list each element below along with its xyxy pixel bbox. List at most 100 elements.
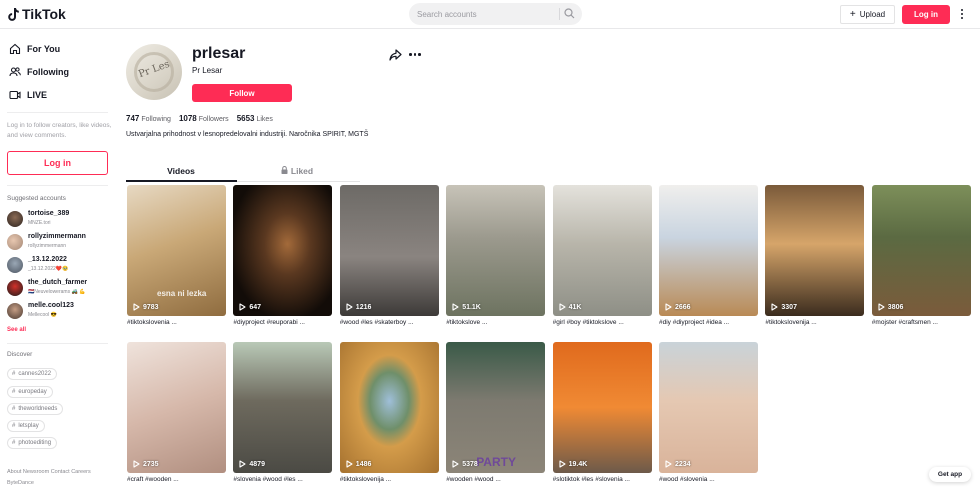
get-app-button[interactable]: Get app	[929, 467, 971, 482]
video-caption[interactable]: #tiktokslovenija ...	[340, 476, 439, 483]
active-tab-indicator	[126, 180, 237, 182]
lock-icon	[281, 166, 288, 174]
view-count: 3806	[878, 303, 904, 311]
discover-tag[interactable]: # theworldneeds	[7, 403, 64, 415]
video-caption[interactable]: #diyproject #reuporabi ...	[233, 319, 332, 326]
sidebar: For You Following LIVE Log in to follow …	[0, 30, 116, 486]
suggested-account[interactable]: _13.12.2022 _13.12.2022❤️🥹	[7, 255, 112, 275]
search-placeholder: Search accounts	[417, 9, 477, 19]
video-thumbnail[interactable]: 2735	[127, 342, 226, 473]
hashtag-icon: #	[12, 371, 16, 377]
video-card[interactable]: 1486 #tiktokslovenija ...	[339, 342, 439, 483]
view-count: 2735	[133, 460, 159, 468]
video-thumbnail[interactable]: 41K	[552, 185, 652, 316]
video-thumbnail[interactable]: 647	[233, 185, 333, 316]
video-caption[interactable]: #wood #slovenia ...	[659, 476, 758, 483]
thumbnail-overlay-text: PARTY	[476, 455, 516, 469]
login-button[interactable]: Log in	[902, 5, 950, 24]
video-card[interactable]: 3307 #tiktokslovenija ...	[765, 185, 865, 326]
video-thumbnail[interactable]: PARTY 5378	[446, 342, 546, 473]
sidebar-login-button[interactable]: Log in	[7, 151, 108, 175]
video-caption[interactable]: #mojster #craftsmen ...	[872, 319, 971, 326]
video-thumbnail[interactable]: 3806	[871, 185, 971, 316]
nav-live[interactable]: LIVE	[9, 89, 47, 101]
video-thumbnail[interactable]: 51.1K	[446, 185, 546, 316]
tiktok-logo[interactable]: TikTok	[8, 6, 66, 22]
video-caption[interactable]: #girl #boy #tiktokslove ...	[553, 319, 652, 326]
upload-button[interactable]: + Upload	[840, 5, 895, 24]
view-count-value: 2666	[675, 303, 691, 311]
video-caption[interactable]: #diy #diyproject #idea ...	[659, 319, 758, 326]
tag-label: cannes2022	[18, 371, 52, 377]
share-icon[interactable]	[389, 49, 402, 61]
video-thumbnail[interactable]: 1486	[339, 342, 439, 473]
search-icon[interactable]	[564, 8, 575, 19]
more-options-icon[interactable]	[409, 53, 421, 56]
video-card[interactable]: 3806 #mojster #craftsmen ...	[871, 185, 971, 326]
tab-liked-label: Liked	[290, 166, 314, 176]
footer-line[interactable]: ByteDance	[7, 478, 112, 489]
nav-following[interactable]: Following	[9, 66, 69, 78]
video-card[interactable]: 2735 #craft #wooden ...	[127, 342, 226, 483]
video-thumbnail[interactable]: 3307	[765, 185, 865, 316]
video-thumbnail[interactable]: 19.4K	[552, 342, 652, 473]
profile-tabs: Videos Liked	[126, 163, 360, 182]
view-count: 2234	[665, 460, 691, 468]
video-card[interactable]: 647 #diyproject #reuporabi ...	[233, 185, 333, 326]
view-count-value: 2735	[143, 460, 159, 468]
video-thumbnail[interactable]: esna ni lezka 9783	[127, 185, 226, 316]
video-card[interactable]: 51.1K #tiktokslove ...	[446, 185, 546, 326]
more-menu-icon[interactable]	[961, 9, 965, 21]
discover-tag[interactable]: # cannes2022	[7, 368, 58, 380]
tiktok-wordmark: TikTok	[22, 6, 66, 22]
follow-button[interactable]: Follow	[192, 84, 292, 102]
video-card[interactable]: 2234 #wood #slovenia ...	[659, 342, 758, 483]
video-caption[interactable]: #tiktokslove ...	[446, 319, 545, 326]
home-icon	[9, 43, 21, 55]
video-caption[interactable]: #tiktokslovenia ...	[127, 319, 226, 326]
video-thumbnail[interactable]: 4879	[233, 342, 333, 473]
tab-liked[interactable]: Liked	[242, 166, 352, 176]
users-icon	[9, 67, 21, 77]
nav-for-you[interactable]: For You	[9, 43, 60, 55]
video-card[interactable]: 41K #girl #boy #tiktokslove ...	[552, 185, 652, 326]
view-count: 4879	[239, 460, 265, 468]
view-count-value: 3806	[887, 303, 904, 311]
play-icon	[133, 460, 140, 468]
play-icon	[346, 303, 353, 311]
video-card[interactable]: 1216 #wood #les #skaterboy ...	[339, 185, 439, 326]
discover-tag[interactable]: # photoediting	[7, 437, 58, 449]
tab-videos[interactable]: Videos	[126, 166, 236, 176]
view-count-value: 51.1K	[462, 303, 481, 311]
video-thumbnail[interactable]: 2666	[659, 185, 758, 316]
discover-tag[interactable]: # letsplay	[7, 420, 45, 432]
view-count: 2666	[665, 303, 691, 311]
suggested-account[interactable]: tortoise_389 MNZE.tori	[7, 209, 112, 229]
login-note: Log in to follow creators, like videos, …	[7, 122, 112, 139]
video-thumbnail[interactable]: 1216	[339, 185, 439, 316]
video-card[interactable]: 19.4K #slotiktok #les #slovenia ...	[552, 342, 652, 483]
tag-label: photoediting	[18, 440, 52, 446]
suggested-account[interactable]: rollyzimmermann rollyzimmermann	[7, 232, 112, 252]
video-caption[interactable]: #tiktokslovenija ...	[765, 319, 864, 326]
video-card[interactable]: esna ni lezka 9783 #tiktokslovenia ...	[127, 185, 226, 326]
video-card[interactable]: 4879 #slovenia #wood #les ...	[233, 342, 333, 483]
search-input[interactable]: Search accounts	[409, 3, 582, 25]
video-card[interactable]: 2666 #diy #diyproject #idea ...	[659, 185, 758, 326]
video-caption[interactable]: #slotiktok #les #slovenia ...	[553, 476, 652, 483]
video-card[interactable]: PARTY 5378 #wooden #wood ...	[446, 342, 546, 483]
view-count: 19.4K	[559, 460, 587, 468]
account-name: tortoise_389	[28, 210, 70, 217]
video-caption[interactable]: #slovenia #wood #les ...	[233, 476, 332, 483]
video-thumbnail[interactable]: 2234	[659, 342, 758, 473]
suggested-account[interactable]: melle.cool123 Mellecool 😎	[7, 301, 112, 321]
see-all-link[interactable]: See all	[7, 327, 26, 333]
play-icon	[878, 303, 885, 311]
discover-tag[interactable]: # europeday	[7, 386, 53, 398]
suggested-account[interactable]: the_dutch_farmer 🇳🇱Neuvelowerams 🚜 💪	[7, 278, 112, 298]
video-caption[interactable]: #craft #wooden ...	[127, 476, 226, 483]
footer-line[interactable]: About Newsroom Contact Careers	[7, 467, 112, 478]
view-count: 9783	[133, 303, 159, 311]
video-caption[interactable]: #wooden #wood ...	[446, 476, 545, 483]
video-caption[interactable]: #wood #les #skaterboy ...	[340, 319, 439, 326]
